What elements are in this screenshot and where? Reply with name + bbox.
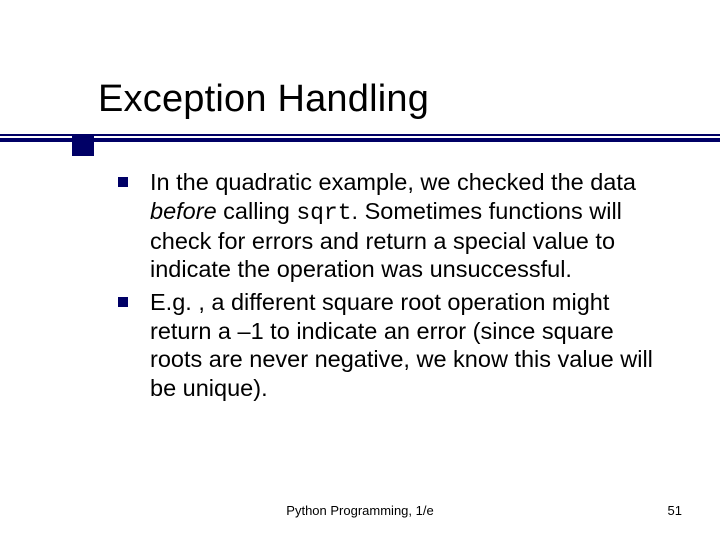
bullet-item: In the quadratic example, we checked the…: [118, 168, 668, 284]
slide-title: Exception Handling: [98, 78, 680, 127]
bullet-text: In the quadratic example, we checked the…: [150, 168, 668, 284]
slide: Exception Handling In the quadratic exam…: [0, 0, 720, 540]
body-region: In the quadratic example, we checked the…: [118, 168, 668, 408]
text-run: calling: [217, 198, 297, 224]
italic-text: before: [150, 198, 217, 224]
text-run: E.g. , a different square root operation…: [150, 289, 653, 401]
title-region: Exception Handling: [98, 78, 680, 127]
bullet-text: E.g. , a different square root operation…: [150, 288, 668, 404]
page-number: 51: [668, 503, 682, 518]
title-rule-thick: [0, 138, 720, 142]
title-rule-thin: [0, 134, 720, 136]
bullet-item: E.g. , a different square root operation…: [118, 288, 668, 404]
bullet-square-icon: [118, 297, 128, 307]
bullet-square-icon: [118, 177, 128, 187]
code-text: sqrt: [296, 200, 351, 226]
footer-text: Python Programming, 1/e: [0, 503, 720, 518]
text-run: In the quadratic example, we checked the…: [150, 169, 636, 195]
title-accent-square: [72, 134, 94, 156]
